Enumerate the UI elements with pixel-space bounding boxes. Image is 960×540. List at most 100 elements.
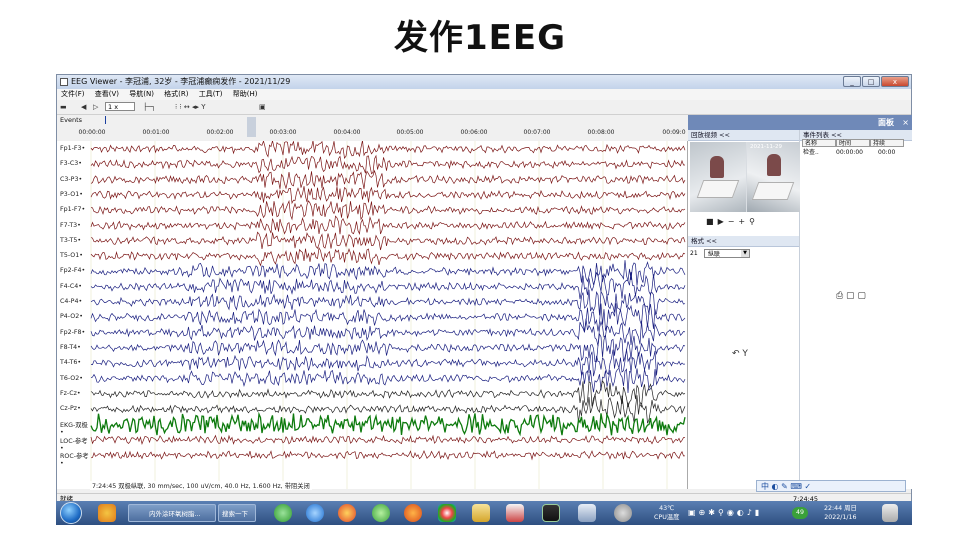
format-section-title: 格式 << (691, 237, 717, 245)
col-header-name[interactable]: 名称 (802, 139, 836, 147)
col-header-duration[interactable]: 持续 (870, 139, 904, 147)
video-section-header[interactable]: 回放视频 << (688, 130, 799, 141)
taskbar-item-search[interactable]: 搜索一下 (218, 504, 256, 522)
event-cell-duration[interactable]: 00:00 (878, 149, 895, 157)
ime-bar[interactable]: 中 ◐ ✎ ⌨ ✓ (756, 480, 906, 492)
minimize-button[interactable]: _ (843, 76, 861, 87)
panel-close-icon[interactable]: × (902, 115, 909, 130)
time-tick: 00:01:00 (142, 129, 170, 136)
eeg-app-icon[interactable] (542, 504, 560, 522)
channel-trace[interactable] (90, 434, 686, 445)
title-bar: EEG Viewer - 李冠浦, 32岁 - 李冠浦癫痫发作 - 2021/1… (57, 75, 911, 89)
play-icon[interactable]: ▶ (718, 217, 728, 226)
maximize-button[interactable]: □ (862, 76, 880, 87)
next-page-icon[interactable]: ▷ (93, 100, 98, 114)
channel-trace[interactable] (90, 289, 686, 316)
tray-icons[interactable]: ▣⊕✱⚲◉◐♪▮ (688, 508, 762, 517)
chrome-icon[interactable] (438, 504, 456, 522)
channel-trace[interactable] (90, 303, 686, 333)
bed-shape (751, 182, 795, 200)
bed-shape (696, 180, 740, 198)
channel-trace[interactable] (90, 246, 686, 267)
cpu-temp: 43℃ CPU温度 (654, 504, 679, 522)
close-button[interactable]: x (881, 76, 909, 87)
event-cell-time[interactable]: 00:00:00 (836, 149, 863, 157)
open-icon[interactable]: ▬ (60, 100, 67, 114)
stop-icon[interactable]: ■ (706, 217, 718, 226)
taskbar-item-label: 内外涂环氧树脂... (149, 510, 201, 518)
time-tick: 00:08:00 (587, 129, 615, 136)
show-desktop-icon[interactable] (882, 504, 898, 522)
firefox-icon[interactable] (404, 504, 422, 522)
format-section-header[interactable]: 格式 << (688, 236, 799, 247)
time-tick: 00:03:00 (269, 129, 297, 136)
wechat-icon[interactable] (372, 504, 390, 522)
menu-format[interactable]: 格式(R) (164, 90, 188, 98)
notification-badge[interactable]: 49 (792, 507, 808, 519)
taskbar: 内外涂环氧树脂... 搜索一下 43℃ CPU温度 ▣⊕✱⚲◉◐♪▮ 49 22:… (56, 501, 912, 525)
menu-tools[interactable]: 工具(T) (199, 90, 223, 98)
channel-trace[interactable] (90, 367, 686, 394)
channel-trace[interactable] (90, 231, 686, 251)
start-button[interactable] (60, 502, 82, 524)
prev-page-icon[interactable]: ◀ (81, 100, 86, 114)
zoom-in-icon[interactable]: + (738, 217, 749, 226)
search-icon[interactable]: ⚲ (749, 217, 759, 226)
ie-icon[interactable] (306, 504, 324, 522)
app-icon[interactable] (506, 504, 524, 522)
channel-trace[interactable] (90, 260, 686, 286)
event-cell-name[interactable]: 检查.. (803, 149, 819, 157)
menu-navigate[interactable]: 导航(N) (129, 90, 154, 98)
print-icon[interactable]: ⎙ ▢ ▢ (836, 291, 866, 301)
app-icon[interactable] (614, 504, 632, 522)
save-icon[interactable]: ▣ (259, 100, 266, 114)
col-header-time[interactable]: 时间 (836, 139, 870, 147)
montage-number: 21 (690, 250, 698, 257)
speed-select[interactable]: 1 x (105, 102, 135, 111)
gain-icon[interactable]: ⁝ ⁝ ↔ ◂▸ Y (175, 100, 206, 114)
app-icon[interactable] (338, 504, 356, 522)
eeg-waveforms[interactable] (57, 141, 687, 489)
channel-trace[interactable] (90, 215, 686, 236)
montage-select[interactable]: 纵联 ▼ (704, 249, 750, 258)
event-marker[interactable] (105, 116, 106, 124)
cpu-temp-value: 43℃ (659, 505, 675, 512)
app-icon[interactable] (578, 504, 596, 522)
channel-trace[interactable] (90, 169, 686, 190)
time-tick: 00:02:00 (206, 129, 234, 136)
channel-trace[interactable] (90, 186, 686, 205)
channel-trace[interactable] (90, 332, 686, 363)
channel-trace[interactable] (90, 348, 686, 377)
montage-value: 纵联 (708, 251, 721, 258)
zoom-out-icon[interactable]: − (728, 217, 739, 226)
menu-file[interactable]: 文件(F) (61, 90, 85, 98)
browser-icon[interactable] (274, 504, 292, 522)
channel-trace[interactable] (90, 449, 686, 461)
taskbar-item-browser[interactable]: 内外涂环氧树脂... (128, 504, 216, 522)
person-shape (710, 156, 724, 178)
menu-help[interactable]: 帮助(H) (233, 90, 258, 98)
eeg-trace-area[interactable]: Fp1-F3• F3-C3• C3-P3• P3-O1• Fp1-F7• F7-T3• T3… (57, 141, 688, 489)
channel-trace[interactable] (90, 141, 686, 159)
person-shape (767, 154, 781, 176)
montage-row: 21 纵联 ▼ (690, 249, 798, 258)
calibration-icon[interactable]: ├─┐ (143, 100, 156, 114)
video-player[interactable]: 2021-11-29 (690, 142, 800, 212)
undo-icon[interactable]: ↶ Y (732, 349, 748, 359)
channel-trace[interactable] (90, 318, 686, 347)
app-icon (60, 78, 68, 86)
folder-icon[interactable] (472, 504, 490, 522)
channel-trace[interactable] (90, 154, 685, 175)
window-title: EEG Viewer - 李冠浦, 32岁 - 李冠浦癫痫发作 - 2021/1… (71, 77, 291, 86)
panel-title: 面板 (878, 118, 894, 127)
time-axis: 00:00:00 00:01:00 00:02:00 00:03:00 00:0… (79, 127, 687, 139)
chevron-down-icon[interactable]: ▼ (741, 250, 749, 257)
video-controls: ■▶−+⚲ (706, 217, 759, 226)
clock[interactable]: 22:44 周日 2022/1/16 (824, 504, 857, 522)
channel-trace[interactable] (90, 411, 686, 437)
ime-icons: ◐ ✎ ⌨ ✓ (771, 482, 812, 491)
app-icon[interactable] (98, 504, 116, 522)
panel-header: 面板 × (688, 115, 912, 130)
channel-trace[interactable] (90, 199, 686, 221)
menu-view[interactable]: 查看(V) (95, 90, 119, 98)
